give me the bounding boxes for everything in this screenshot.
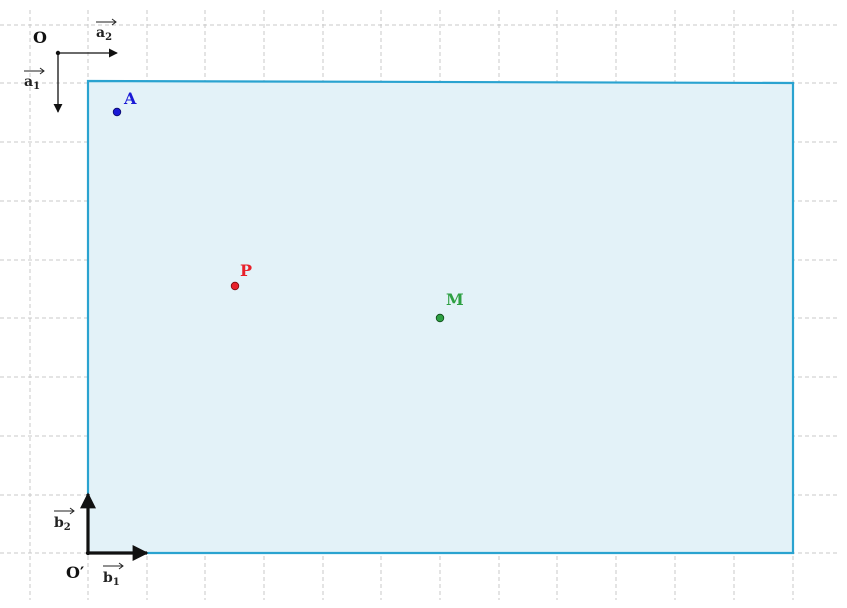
origin-o-dot (55, 50, 61, 56)
origin-o-prime-label: O′ (66, 563, 84, 582)
origin-o-label: O (33, 28, 47, 47)
point-a-dot (112, 107, 122, 117)
svg-text:b2: b2 (54, 515, 71, 533)
point-p-dot (230, 281, 240, 291)
svg-text:b1: b1 (103, 570, 120, 588)
point-m-label: M (446, 290, 464, 309)
svg-text:a1: a1 (24, 74, 40, 92)
vector-a2-label: a2 (96, 18, 117, 43)
vector-a1-label: a1 (24, 67, 45, 92)
diagram-svg: O a2 a1 O′ b1 b2 A P M (0, 10, 840, 600)
point-m-dot (435, 313, 445, 323)
point-a-label: A (123, 89, 137, 108)
vector-b2-label: b2 (54, 507, 75, 533)
point-p-label: P (240, 261, 252, 280)
diagram-canvas: O a2 a1 O′ b1 b2 A P M (0, 0, 847, 608)
svg-text:a2: a2 (96, 25, 112, 43)
vector-b1-label: b1 (103, 562, 124, 588)
origin-o-prime-dot (85, 550, 91, 556)
